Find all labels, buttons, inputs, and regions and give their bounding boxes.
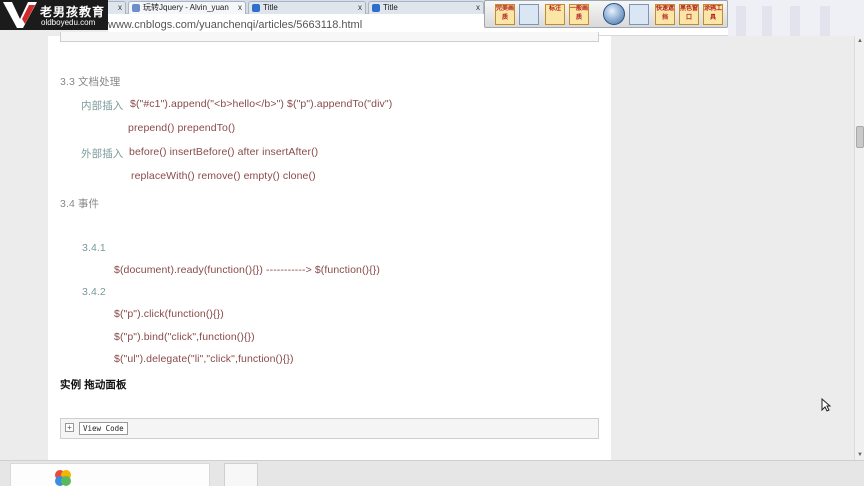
previous-code-box (60, 32, 599, 42)
article-content: 3.3 文档处理 内部插入 $("#c1").append("<b>hello<… (48, 32, 611, 460)
tab-1-close-icon[interactable]: x (118, 2, 122, 14)
toolbar-button-2[interactable] (519, 4, 539, 25)
page-favicon-icon (372, 4, 380, 12)
toolbar-button-7[interactable]: 黑色窗口 (679, 4, 699, 25)
event-code-bind: $("p").bind("click",function(){}) (114, 331, 255, 343)
inner-insert-code-2: prepend() prependTo() (128, 122, 236, 134)
section-3-4-title: 3.4 事件 (60, 198, 100, 210)
taskbar-blank-tile[interactable] (224, 463, 258, 486)
collapsed-code-box: + View Code (60, 418, 599, 439)
toolbar-button-8[interactable]: 涂鸦工具 (703, 4, 723, 25)
view-code-button[interactable]: View Code (79, 422, 128, 435)
tab-3-title: Title (263, 3, 278, 12)
toolbar-button-1[interactable]: 完美画质 (495, 4, 515, 25)
page-favicon-icon (132, 4, 140, 12)
expand-code-icon[interactable]: + (65, 423, 74, 432)
toolbar-button-4[interactable]: 一般画质 (569, 4, 589, 25)
toolbar-button-6[interactable]: 快速遮挡 (655, 4, 675, 25)
vertical-scrollbar[interactable]: ▲ ▼ (854, 36, 864, 460)
tab-2-title: 玩转Jquery - Alvin_yuan (143, 3, 229, 12)
tab-4-close-icon[interactable]: x (476, 2, 480, 14)
bottom-strip (0, 460, 864, 486)
screen-record-toolbar: 完美画质 标注 一般画质 快速遮挡 黑色窗口 涂鸦工具 (484, 0, 728, 28)
browser-tab-4[interactable]: Title x (368, 1, 484, 14)
tab-2-close-icon[interactable]: x (238, 2, 242, 14)
mouse-cursor-icon (821, 398, 831, 412)
event-code-delegate: $("ul").delegate("li","click",function()… (114, 353, 294, 365)
inner-insert-label: 内部插入 (81, 100, 124, 112)
section-3-3-title: 3.3 文档处理 (60, 76, 121, 88)
logo-v-icon (3, 2, 37, 28)
section-3-4-1-title: 3.4.1 (82, 242, 106, 254)
inner-insert-code-1: $("#c1").append("<b>hello</b>") $("p").a… (130, 98, 393, 110)
browser-tab-2[interactable]: 玩转Jquery - Alvin_yuan x (128, 1, 246, 14)
section-3-4-2-title: 3.4.2 (82, 286, 106, 298)
outer-insert-code-1: before() insertBefore() after insertAfte… (129, 146, 319, 158)
address-url[interactable]: www.cnblogs.com/yuanchenqi/articles/5663… (108, 19, 362, 31)
toolbar-button-5[interactable] (629, 4, 649, 25)
example-title: 实例 拖动面板 (60, 379, 127, 391)
page-viewport: 3.3 文档处理 内部插入 $("#c1").append("<b>hello<… (0, 32, 854, 460)
section-3-4-1-code: $(document).ready(function(){}) --------… (114, 264, 380, 276)
oldboyedu-logo: 老男孩教育 oldboyedu.com (0, 0, 108, 30)
app-flower-icon (55, 470, 71, 486)
taskbar-window-tile[interactable] (10, 463, 210, 486)
browser-tab-3[interactable]: Title x (248, 1, 366, 14)
scroll-down-arrow-icon[interactable]: ▼ (856, 451, 864, 459)
event-code-click: $("p").click(function(){}) (114, 308, 224, 320)
outer-insert-code-2: replaceWith() remove() empty() clone() (131, 170, 316, 182)
tab-3-close-icon[interactable]: x (358, 2, 362, 14)
outer-insert-label: 外部插入 (81, 148, 124, 160)
tab-4-title: Title (383, 3, 398, 12)
page-favicon-icon (252, 4, 260, 12)
scrollbar-thumb[interactable] (856, 126, 864, 148)
toolbar-button-3[interactable]: 标注 (545, 4, 565, 25)
scroll-up-arrow-icon[interactable]: ▲ (856, 37, 864, 45)
toolbar-record-icon[interactable] (603, 3, 625, 25)
logo-domain: oldboyedu.com (41, 18, 96, 27)
